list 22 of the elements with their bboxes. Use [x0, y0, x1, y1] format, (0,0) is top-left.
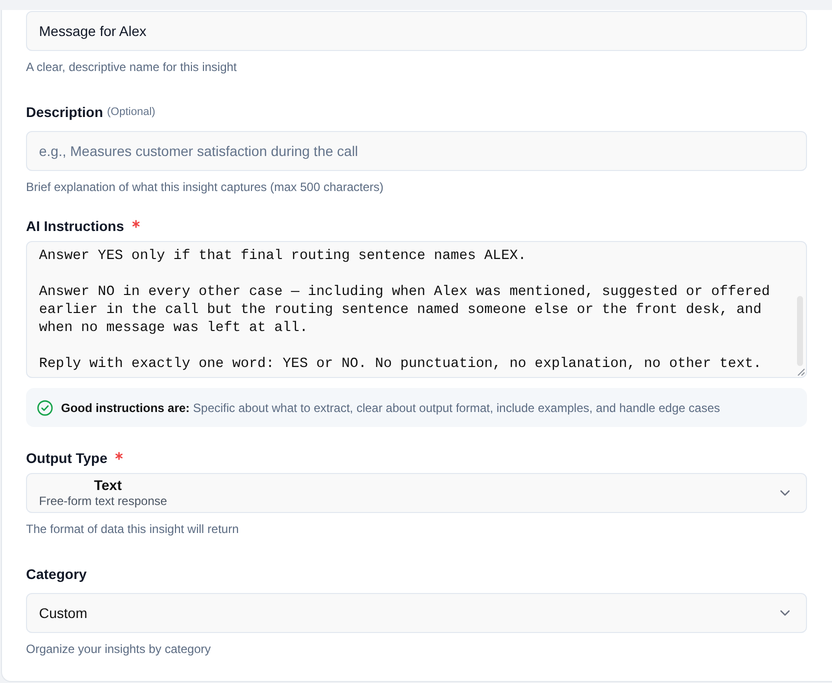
- help-text: Brief explanation of what this insight captures (max 500 characters): [26, 179, 385, 195]
- chevron-down-icon: [780, 490, 790, 496]
- chevron-down-icon: [780, 610, 790, 616]
- text-field[interactable]: e.g., Measures customer satisfaction during the call: [26, 131, 807, 171]
- field-label: Output Type: [26, 450, 108, 466]
- field-label: Category: [26, 566, 87, 582]
- text-field[interactable]: Message for Alex: [26, 11, 807, 51]
- instructions-field[interactable]: Answer YES only if that final routing sentence names ALEX. Answer NO in every other case — including when Alex was mentioned, suggested or offered earlier in the call but the routing sentence named someone else or the front desk, and when no message was left at all. Reply with exactly one word: YES or NO. No punctuation, no explanation, no other text.: [26, 241, 807, 378]
- resize-grip-icon[interactable]: [797, 368, 805, 376]
- check-circle-icon: [37, 400, 53, 416]
- optional-note: (Optional): [107, 106, 156, 118]
- select-field[interactable]: Text Free-form text response: [26, 473, 807, 513]
- help-text: A clear, descriptive name for this insight: [26, 59, 238, 75]
- select-field[interactable]: Custom: [26, 593, 807, 633]
- selected-value: Custom: [39, 605, 88, 621]
- option-title: Text: [94, 477, 122, 494]
- option-description: Free-form text response: [39, 494, 168, 509]
- help-text: The format of data this insight will return: [26, 521, 240, 537]
- help-text: Organize your insights by category: [26, 641, 212, 657]
- field-label: Description: [26, 104, 104, 120]
- field-label: AI Instructions: [26, 218, 124, 234]
- tip-text: Good instructions are: Specific about what to extract, clear about output format, include examples, and handle edge cases: [61, 400, 720, 414]
